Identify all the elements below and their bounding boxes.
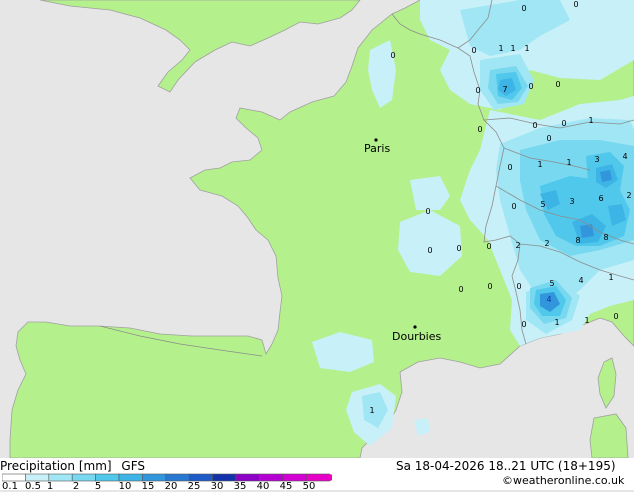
station-value: 2	[626, 191, 631, 200]
legend-tick-label: 25	[187, 481, 201, 492]
station-value: 1	[584, 316, 589, 325]
legend-swatch	[188, 473, 213, 482]
station-value: 0	[507, 163, 512, 172]
station-value: 1	[608, 273, 613, 282]
station-value: 4	[622, 152, 627, 161]
legend-tick-label: 15	[141, 481, 155, 492]
legend-swatch	[48, 473, 73, 482]
station-value: 1	[498, 44, 503, 53]
station-value: 8	[575, 236, 580, 245]
station-value: 7	[502, 85, 507, 94]
station-value: 8	[603, 233, 608, 242]
station-value: 4	[578, 276, 583, 285]
station-value: 2	[544, 239, 549, 248]
station-value: 0	[546, 134, 551, 143]
city-label: Paris	[364, 142, 390, 155]
station-value: 0	[555, 80, 560, 89]
station-value: 0	[427, 246, 432, 255]
model-name: GFS	[121, 459, 145, 473]
station-value: 3	[594, 155, 599, 164]
station-value: 0	[521, 4, 526, 13]
legend-swatch	[259, 473, 284, 482]
station-value: 6	[598, 194, 603, 203]
station-value: 0	[425, 207, 430, 216]
station-value: 0	[456, 244, 461, 253]
station-value: 0	[458, 285, 463, 294]
station-value: 0	[561, 119, 566, 128]
station-value: 0	[521, 320, 526, 329]
legend-tick-label: 35	[233, 481, 247, 492]
legend-tick-label: 45	[279, 481, 293, 492]
copyright[interactable]: ©weatheronline.co.uk	[502, 475, 624, 487]
legend-tick-label: 40	[256, 481, 270, 492]
legend-tick-label: 1	[46, 481, 54, 492]
precip-title: Precipitation [mm]	[0, 459, 112, 473]
station-value: 0	[511, 202, 516, 211]
legend-swatch	[235, 473, 260, 482]
station-value: 0	[516, 282, 521, 291]
station-value: 2	[515, 241, 520, 250]
station-value: 0	[486, 242, 491, 251]
station-value: 0	[475, 86, 480, 95]
station-value: 4	[546, 295, 551, 304]
legend-swatch	[212, 473, 237, 482]
station-value: 0	[487, 282, 492, 291]
legend-swatch	[25, 473, 50, 482]
legend-arrow	[329, 474, 332, 481]
station-value: 0	[471, 46, 476, 55]
station-value: 5	[549, 279, 554, 288]
legend-tick-label: 2	[72, 481, 80, 492]
legend-tick-label: 0.5	[25, 481, 41, 492]
legend-swatch	[118, 473, 143, 482]
station-value: 0	[528, 82, 533, 91]
legend-tick-label: 10	[118, 481, 132, 492]
footer-title: Precipitation [mm] GFS	[0, 460, 145, 472]
station-value: 0	[613, 312, 618, 321]
station-value: 0	[532, 121, 537, 130]
station-value: 1	[524, 44, 529, 53]
legend-tick-label: 30	[210, 481, 224, 492]
station-value: 0	[390, 51, 395, 60]
station-value: 1	[588, 116, 593, 125]
precipitation-map[interactable]: Paris Dourbies 0 1 1 1 0 7 0 0 0 0 1 3 4…	[0, 0, 634, 458]
legend-tick-label: 0.1	[2, 481, 18, 492]
station-value: 1	[369, 406, 374, 415]
legend-tick-label: 50	[302, 481, 316, 492]
station-value: 1	[566, 158, 571, 167]
station-value: 3	[569, 197, 574, 206]
station-value: 0	[477, 125, 482, 134]
station-value: 0	[573, 0, 578, 9]
city-marker	[413, 325, 417, 329]
legend-swatch	[71, 473, 96, 482]
station-value: 1	[537, 160, 542, 169]
station-value: 5	[540, 200, 545, 209]
forecast-datetime: Sa 18-04-2026 18..21 UTC (18+195)	[396, 459, 616, 473]
legend-swatch	[2, 473, 26, 482]
legend-tick-label: 5	[94, 481, 102, 492]
legend-swatch	[95, 473, 120, 482]
legend-swatch	[142, 473, 167, 482]
station-value: 1	[554, 318, 559, 327]
legend-swatch	[305, 473, 330, 482]
city-label: Dourbies	[392, 330, 442, 343]
legend-swatch	[282, 473, 307, 482]
legend-tick-label: 20	[164, 481, 178, 492]
legend-swatch	[165, 473, 190, 482]
station-value: 1	[510, 44, 515, 53]
